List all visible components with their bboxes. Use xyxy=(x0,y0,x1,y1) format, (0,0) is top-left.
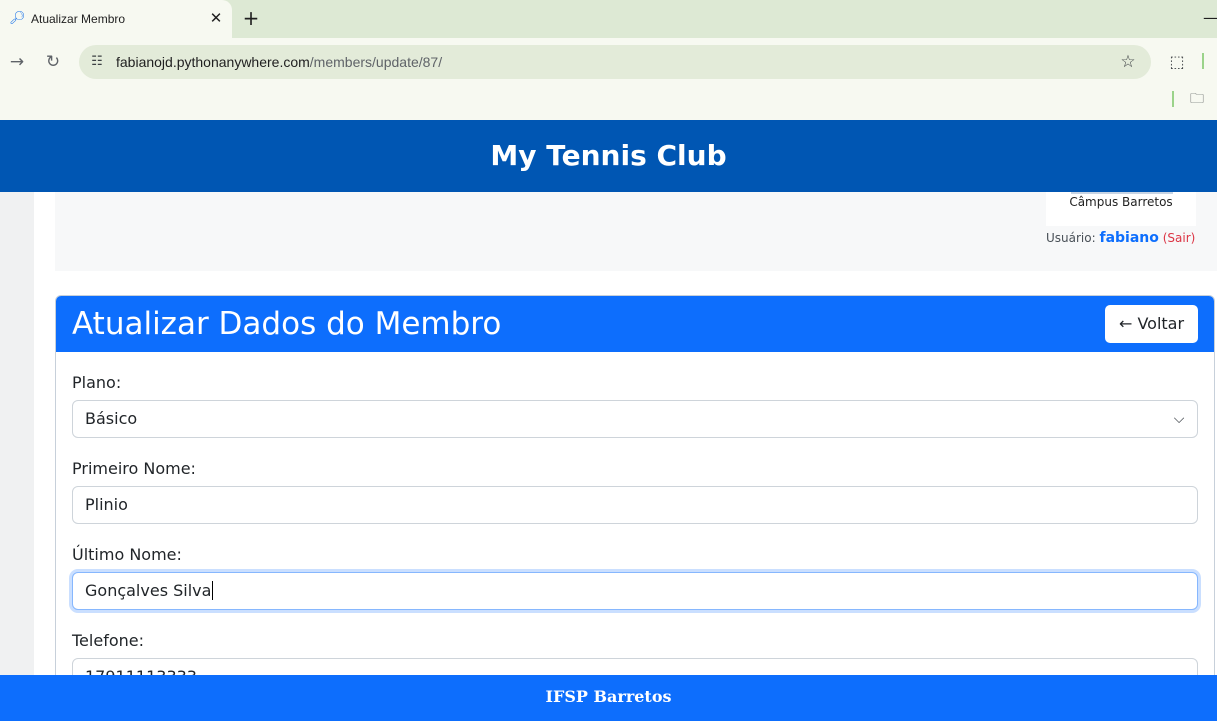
logo-text: Câmpus Barretos xyxy=(1069,195,1173,209)
site-settings-icon[interactable]: ☷ xyxy=(88,53,106,71)
card-header: Atualizar Dados do Membro ← Voltar xyxy=(56,296,1214,352)
toolbar-divider xyxy=(1202,53,1204,69)
page-viewport[interactable]: Câmpus Barretos Usuário: fabiano (Sair) … xyxy=(0,192,1217,675)
logout-link[interactable]: (Sair) xyxy=(1163,231,1196,245)
close-tab-icon[interactable]: ✕ xyxy=(207,9,225,27)
phone-value: 17911113333 xyxy=(85,667,197,675)
forward-arrow-icon[interactable]: → xyxy=(6,51,28,73)
user-info-bar: Câmpus Barretos Usuário: fabiano (Sair) xyxy=(55,192,1217,271)
logo-divider xyxy=(1071,192,1173,194)
plan-select[interactable]: Básico ⌵ xyxy=(72,400,1198,438)
last-name-field[interactable]: Gonçalves Silva xyxy=(72,572,1198,610)
page-content: Câmpus Barretos Usuário: fabiano (Sair) … xyxy=(34,192,1217,675)
phone-field[interactable]: 17911113333 xyxy=(72,658,1198,675)
text-caret xyxy=(212,581,214,600)
arrow-left-icon: ← xyxy=(1118,314,1133,333)
address-bar[interactable]: ☷ fabianojd.pythonanywhere.com/members/u… xyxy=(79,45,1151,79)
bookmark-star-icon[interactable]: ☆ xyxy=(1117,51,1139,73)
browser-toolbar: → ↻ ☷ fabianojd.pythonanywhere.com/membe… xyxy=(0,38,1217,86)
url-domain: fabianojd.pythonanywhere.com xyxy=(116,54,310,70)
magnifier-icon: 🔎︎ xyxy=(9,11,26,26)
plan-label: Plano: xyxy=(72,373,122,392)
last-name-value: Gonçalves Silva xyxy=(85,581,212,600)
new-tab-button[interactable]: + xyxy=(241,8,261,28)
site-footer: IFSP Barretos xyxy=(0,675,1217,721)
first-name-field[interactable]: Plinio xyxy=(72,486,1198,524)
url-text[interactable]: fabianojd.pythonanywhere.com/members/upd… xyxy=(116,54,442,70)
url-path: /members/update/87/ xyxy=(309,54,443,70)
site-header: My Tennis Club xyxy=(0,120,1217,192)
bookmarks-bar: 🗀︎ xyxy=(0,86,1217,120)
site-title: My Tennis Club xyxy=(490,139,727,172)
extensions-puzzle-icon[interactable]: ⬚ xyxy=(1166,51,1188,73)
browser-tab[interactable]: 🔎︎ Atualizar Membro ✕ xyxy=(0,0,232,38)
minimize-window-button[interactable]: — xyxy=(1203,8,1217,28)
card-title: Atualizar Dados do Membro xyxy=(72,306,502,342)
first-name-value: Plinio xyxy=(85,495,128,514)
phone-label: Telefone: xyxy=(72,631,144,650)
last-name-label: Último Nome: xyxy=(72,545,182,564)
browser-tab-strip: 🔎︎ Atualizar Membro ✕ + — xyxy=(0,0,1217,38)
reload-icon[interactable]: ↻ xyxy=(42,51,64,73)
user-status: Usuário: fabiano (Sair) xyxy=(1046,230,1195,246)
username-link[interactable]: fabiano xyxy=(1099,230,1158,246)
user-label: Usuário: xyxy=(1046,231,1096,245)
campus-logo: Câmpus Barretos xyxy=(1046,192,1196,226)
plan-selected-value: Básico xyxy=(85,409,138,428)
bookmarks-divider xyxy=(1172,91,1174,107)
bookmark-folder-icon[interactable]: 🗀︎ xyxy=(1190,90,1210,108)
first-name-label: Primeiro Nome: xyxy=(72,459,196,478)
update-member-card: Atualizar Dados do Membro ← Voltar Plano… xyxy=(55,295,1215,675)
back-button[interactable]: ← Voltar xyxy=(1105,305,1198,343)
tab-title: Atualizar Membro xyxy=(31,12,126,26)
chevron-down-icon: ⌵ xyxy=(1173,411,1185,427)
footer-text: IFSP Barretos xyxy=(545,687,672,706)
back-button-label: Voltar xyxy=(1137,314,1185,333)
